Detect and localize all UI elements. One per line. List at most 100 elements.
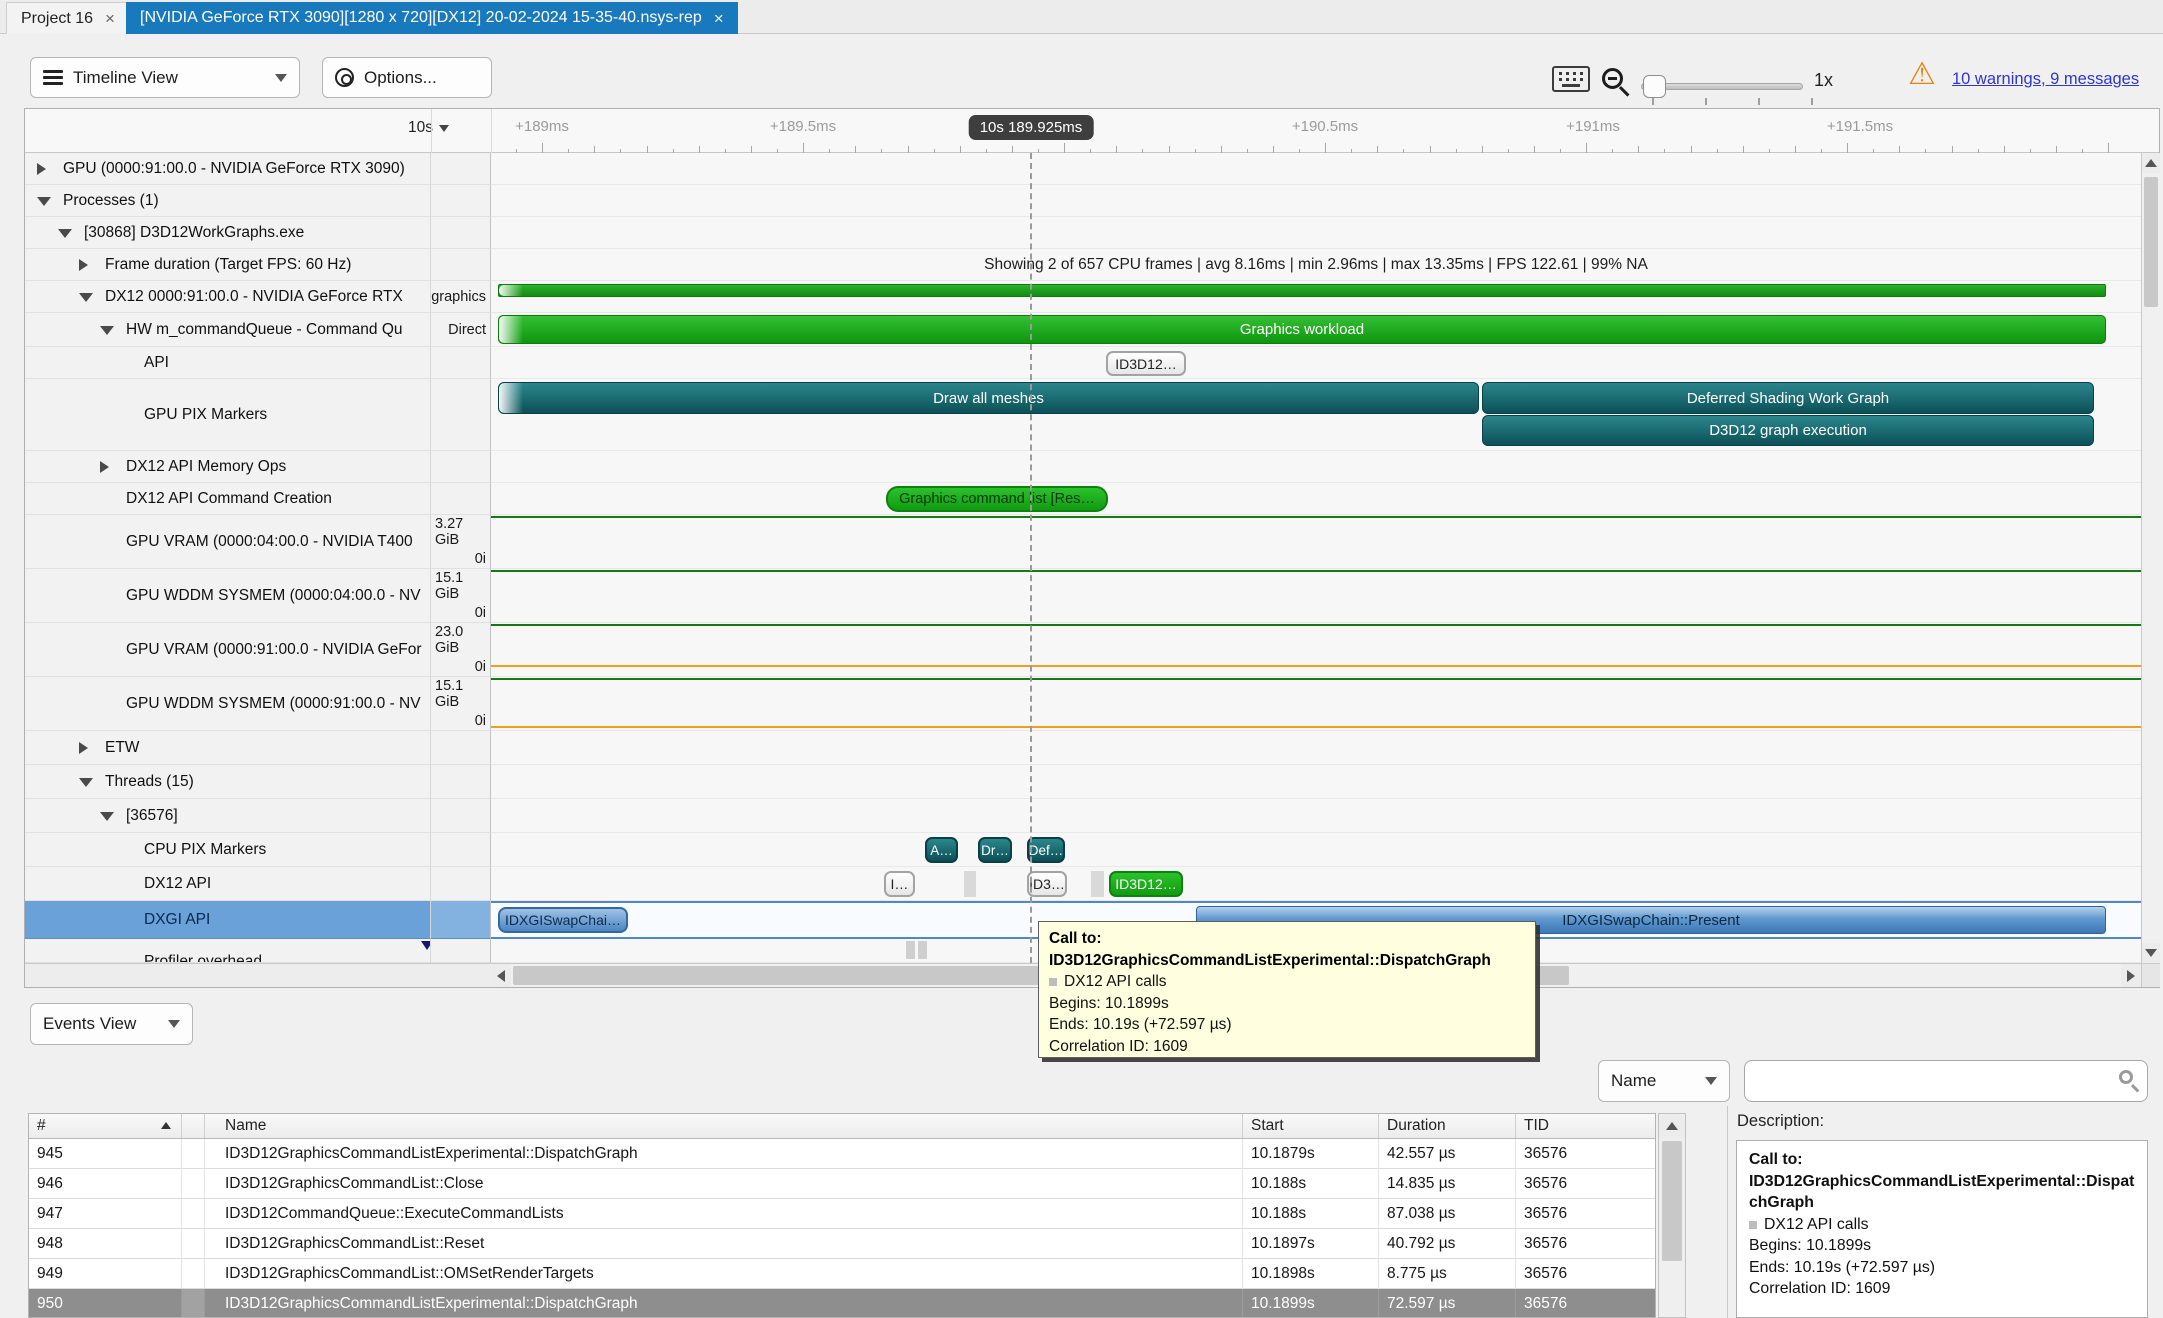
options-button[interactable]: Options... (322, 57, 492, 98)
timeline-row-hw-m-commandqueue-command-qu[interactable]: HW m_commandQueue - Command QuDirectGrap… (25, 313, 2141, 347)
timeline-row-gpu-pix-markers[interactable]: GPU PIX Markers Draw all meshesDeferred S… (25, 379, 2141, 451)
cpu-pix-marker-chip[interactable]: A… (925, 837, 958, 863)
graphics-workload-bar[interactable]: Graphics workload (498, 315, 2106, 344)
api-call-chip[interactable]: ID3D12… (1106, 351, 1186, 376)
dx12-activity-bar[interactable] (498, 284, 2106, 297)
tree-row-name[interactable]: [36576] (25, 799, 431, 833)
timeline-row-frame-duration-target-fps-60-hz[interactable]: Frame duration (Target FPS: 60 Hz) Showin… (25, 249, 2141, 281)
timeline-track[interactable] (491, 623, 2141, 677)
event-row-948[interactable]: 948ID3D12GraphicsCommandList::Reset10.18… (29, 1229, 1656, 1259)
tab-report[interactable]: [NVIDIA GeForce RTX 3090][1280 x 720][DX… (126, 2, 738, 34)
events-table-header[interactable]: # NameStartDurationTID (29, 1114, 1656, 1139)
timeline-track[interactable]: Draw all meshesDeferred Shading Work Gra… (491, 379, 2141, 451)
filter-by-dropdown[interactable]: Name (1598, 1060, 1730, 1102)
collapse-arrow-icon[interactable] (100, 812, 114, 821)
timeline-track[interactable] (491, 569, 2141, 623)
tree-row-name[interactable]: GPU (0000:91:00.0 - NVIDIA GeForce RTX 3… (25, 153, 431, 185)
gpu-pix-marker-bar[interactable]: Draw all meshes (498, 382, 1479, 414)
tree-row-name[interactable]: Frame duration (Target FPS: 60 Hz) (25, 249, 431, 281)
timeline-track[interactable]: Graphics command list [Res… (491, 483, 2141, 515)
timeline-track[interactable] (491, 765, 2141, 799)
tree-row-name[interactable]: Profiler overhead (25, 939, 431, 963)
timeline-row-etw[interactable]: ETW (25, 731, 2141, 765)
close-icon[interactable]: × (105, 10, 115, 27)
expand-arrow-icon[interactable] (79, 259, 88, 271)
column-header-start[interactable]: Start (1243, 1114, 1379, 1138)
profiler-overhead-block[interactable] (918, 941, 927, 959)
tree-row-name[interactable]: DX12 0000:91:00.0 - NVIDIA GeForce RTX (25, 281, 431, 313)
cpu-pix-marker-chip[interactable]: Dr… (978, 837, 1012, 863)
tree-row-name[interactable]: Processes (1) (25, 185, 431, 217)
timeline-track[interactable] (491, 281, 2141, 313)
scroll-up-button[interactable] (1659, 1114, 1685, 1138)
search-input[interactable] (1744, 1060, 2148, 1102)
timeline-track[interactable]: A… Dr… Def… (491, 833, 2141, 867)
profiler-overhead-block[interactable] (906, 941, 915, 959)
timeline-ruler[interactable]: 10s +189ms+189.5ms+190.5ms+191ms+191.5ms… (25, 109, 2159, 153)
keyboard-shortcuts-icon[interactable] (1552, 66, 1590, 92)
column-header-num[interactable]: # (29, 1114, 182, 1138)
event-row-946[interactable]: 946ID3D12GraphicsCommandList::Close10.18… (29, 1169, 1656, 1199)
tree-row-name[interactable]: ETW (25, 731, 431, 765)
view-selector-dropdown[interactable]: Timeline View (30, 57, 300, 98)
timeline-track[interactable] (491, 731, 2141, 765)
timeline-row-api[interactable]: APIID3D12… (25, 347, 2141, 379)
event-row-949[interactable]: 949ID3D12GraphicsCommandList::OMSetRende… (29, 1259, 1656, 1289)
tree-row-name[interactable]: GPU VRAM (0000:04:00.0 - NVIDIA T400 (25, 515, 431, 569)
timeline-row-cpu-pix-markers[interactable]: CPU PIX Markers A… Dr… Def… (25, 833, 2141, 867)
tree-row-name[interactable]: DX12 API (25, 867, 431, 901)
timeline-track[interactable] (491, 153, 2141, 185)
timeline-track[interactable]: I…ID3…ID3D12… (491, 867, 2141, 901)
timeline-row-processes-1[interactable]: Processes (1) (25, 185, 2141, 217)
tree-row-name[interactable]: GPU WDDM SYSMEM (0000:04:00.0 - NV (25, 569, 431, 623)
column-header-tid[interactable]: TID (1516, 1114, 1656, 1138)
timeline-row-gpu-wddm-sysmem-0000-91-00-0-nv[interactable]: GPU WDDM SYSMEM (0000:91:00.0 - NV15.1 G… (25, 677, 2141, 731)
zoom-slider[interactable] (1641, 83, 1803, 90)
timeline-track[interactable] (491, 799, 2141, 833)
tree-row-name[interactable]: Threads (15) (25, 765, 431, 799)
collapse-arrow-icon[interactable] (79, 293, 93, 302)
tree-row-name[interactable]: GPU VRAM (0000:91:00.0 - NVIDIA GeFor (25, 623, 431, 677)
events-scrollbar-thumb[interactable] (1662, 1141, 1682, 1261)
cpu-pix-marker-chip[interactable]: Def… (1027, 837, 1065, 863)
timeline-track[interactable]: Showing 2 of 657 CPU frames | avg 8.16ms… (491, 249, 2141, 281)
gpu-pix-marker-bar[interactable]: D3D12 graph execution (1482, 415, 2094, 446)
timeline-track[interactable]: ID3D12… (491, 347, 2141, 379)
event-row-947[interactable]: 947ID3D12CommandQueue::ExecuteCommandLis… (29, 1199, 1656, 1229)
timeline-row-dx12-api[interactable]: DX12 APII…ID3…ID3D12… (25, 867, 2141, 901)
collapse-arrow-icon[interactable] (58, 229, 72, 238)
zoom-slider-handle[interactable] (1643, 75, 1666, 98)
tree-row-name[interactable]: DX12 API Memory Ops (25, 451, 431, 483)
dx12-api-chip[interactable]: ID3… (1027, 871, 1067, 897)
dx12-api-sliver[interactable] (964, 871, 976, 897)
zoom-out-icon[interactable] (1602, 68, 1623, 89)
event-row-950[interactable]: 950ID3D12GraphicsCommandListExperimental… (29, 1289, 1656, 1318)
ruler-origin[interactable]: 10s (345, 119, 449, 137)
dxgi-swapchain-chip[interactable]: IDXGISwapChai… (498, 907, 628, 933)
timeline-row-dx12-0000-91-00-0-nvidia-geforce-rtx[interactable]: DX12 0000:91:00.0 - NVIDIA GeForce RTXgr… (25, 281, 2141, 313)
gpu-pix-marker-bar[interactable]: Deferred Shading Work Graph (1482, 382, 2094, 414)
tree-row-name[interactable]: GPU PIX Markers (25, 379, 431, 451)
timeline-row-dx12-api-memory-ops[interactable]: DX12 API Memory Ops (25, 451, 2141, 483)
timeline-row-30868-d3d12workgraphs-exe[interactable]: [30868] D3D12WorkGraphs.exe (25, 217, 2141, 249)
column-header-name[interactable]: Name (205, 1114, 1243, 1138)
expand-arrow-icon[interactable] (37, 163, 46, 175)
dx12-api-chip[interactable]: I… (884, 871, 915, 897)
tree-row-name[interactable]: HW m_commandQueue - Command Qu (25, 313, 431, 347)
tree-row-name[interactable]: DXGI API (25, 901, 431, 939)
vertical-scrollbar-thumb[interactable] (2144, 177, 2158, 307)
expand-arrow-icon[interactable] (79, 742, 88, 754)
timeline-track[interactable] (491, 515, 2141, 569)
timeline-row-gpu-vram-0000-04-00-0-nvidia-t400[interactable]: GPU VRAM (0000:04:00.0 - NVIDIA T4003.27… (25, 515, 2141, 569)
column-header-duration[interactable]: Duration (1379, 1114, 1516, 1138)
scroll-down-button[interactable] (2142, 943, 2160, 963)
timeline-row-gpu-vram-0000-91-00-0-nvidia-gefor[interactable]: GPU VRAM (0000:91:00.0 - NVIDIA GeFor23.… (25, 623, 2141, 677)
warnings-link[interactable]: 10 warnings, 9 messages (1952, 70, 2139, 89)
tab-project[interactable]: Project 16 × (6, 2, 130, 34)
timeline-track[interactable] (491, 185, 2141, 217)
timeline-track[interactable]: Graphics workload (491, 313, 2141, 347)
timeline-track[interactable] (491, 451, 2141, 483)
dx12-api-sliver[interactable] (1091, 871, 1104, 897)
events-scrollbar[interactable] (1658, 1113, 1686, 1318)
tree-row-name[interactable]: CPU PIX Markers (25, 833, 431, 867)
